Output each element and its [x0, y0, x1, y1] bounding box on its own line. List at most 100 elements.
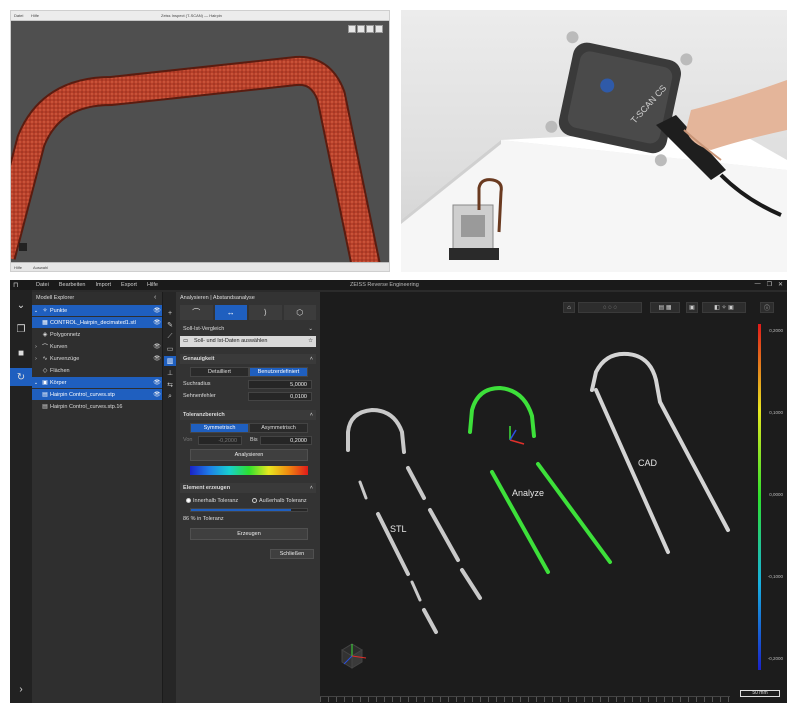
tree-item-stl-file[interactable]: ▦ CONTROL_Hairpin_decimated1.stl 👁 — [32, 317, 162, 328]
app-menubar: Datei Bearbeiten Import Export Hilfe — [24, 280, 158, 290]
tree-item-polygonnetz[interactable]: ◈ Polygonnetz — [32, 329, 162, 340]
tree-item-kurvenzuege[interactable]: › ∿ Kurvenzüge 👁 — [32, 353, 162, 364]
option-custom[interactable]: Benutzerdefiniert — [249, 367, 308, 377]
distance-arrows-icon: ↔ — [226, 308, 235, 317]
viewer-menu-hilfe[interactable]: Hilfe — [31, 13, 39, 18]
label-stl: STL — [390, 524, 407, 534]
chevron-down-icon[interactable]: ⌄ — [308, 324, 313, 334]
visibility-eye-icon[interactable]: 👁 — [152, 379, 162, 386]
chord-error-input[interactable]: 0,0100 — [248, 392, 312, 401]
add-icon[interactable]: + — [164, 308, 176, 318]
radio-inside-tolerance[interactable]: Innerhalb Toleranz — [180, 498, 238, 504]
expand-arrow-icon[interactable]: › — [32, 344, 40, 350]
viewer-statusbar: Hilfe Auswahl — [11, 262, 389, 271]
chevron-down-icon[interactable]: ⌄ — [12, 296, 30, 314]
create-button[interactable]: Erzeugen — [190, 528, 308, 540]
scanned-hairpin-view[interactable] — [11, 21, 390, 264]
expand-arrow-icon[interactable]: › — [32, 356, 40, 362]
minimize-icon[interactable]: — — [755, 281, 761, 288]
section-create-element[interactable]: Element erzeugen ˄ — [180, 483, 316, 493]
expand-arrow-icon[interactable]: ⌄ — [32, 308, 40, 314]
tab-deviation-analysis[interactable]: ⟩ — [249, 305, 282, 320]
viewer-status-mid: Auswahl — [33, 265, 49, 270]
expand-chevron-icon[interactable]: › — [12, 680, 30, 698]
visibility-eye-icon[interactable]: 👁 — [152, 319, 162, 326]
menu-hilfe[interactable]: Hilfe — [147, 282, 158, 288]
3d-viewport[interactable]: ⌂ ◌ ◌ ◌ ▤ ▦ ▣ ◧ ✧ ▣ ⓘ STL Analyze CAD 0,… — [320, 292, 787, 703]
zeiss-reverse-engineering-app: ⊓ Datei Bearbeiten Import Export Hilfe Z… — [10, 280, 787, 703]
explorer-title: Modell Explorer — [36, 295, 75, 301]
option-symmetric[interactable]: Symmetrisch — [190, 423, 249, 433]
tree-item-stp-file[interactable]: ▤ Hairpin Control_curves.stp 👁 — [32, 389, 162, 400]
scan-viewer-screenshot: Datei Hilfe Zeiss Inspect (T-SCAN) — Hai… — [10, 10, 390, 272]
left-mode-strip: ⌄ ❐ ■ ↻ › — [10, 290, 32, 703]
tool-wrench-icon[interactable]: ✎ — [164, 320, 176, 330]
percent-in-tolerance: 86 % in Toleranz — [183, 516, 224, 522]
window-controls: — ❐ ✕ — [755, 281, 783, 288]
option-asymmetric[interactable]: Asymmetrisch — [249, 423, 308, 433]
tab-solid-analysis[interactable]: ⬡ — [283, 305, 316, 320]
menu-export[interactable]: Export — [121, 282, 137, 288]
tree-item-kurven[interactable]: › ⌒ Kurven 👁 — [32, 341, 162, 352]
app-logo-icon: ⊓ — [13, 282, 19, 289]
tab-distance-analysis[interactable]: ↔ — [214, 305, 247, 320]
align-icon[interactable]: ⇆ — [164, 380, 176, 390]
visibility-eye-icon[interactable]: 👁 — [152, 343, 162, 350]
tab-curve-analysis[interactable]: ⌒ — [180, 305, 213, 320]
collapse-panel-icon[interactable]: ‹ — [154, 294, 156, 301]
copy-icon[interactable]: ❐ — [12, 320, 30, 338]
mesh-file-icon: ▦ — [42, 320, 48, 326]
select-data-button[interactable]: ▭ Soll- und Ist-Daten auswählen ☆ — [180, 336, 316, 347]
curves-icon: ⌒ — [41, 345, 48, 351]
analysis-chart-icon[interactable]: ▥ — [164, 356, 176, 366]
tolerance-to-input[interactable]: 0,2000 — [260, 436, 312, 445]
radio-outside-tolerance[interactable]: Außerhalb Toleranz — [252, 496, 307, 506]
coordinate-icon[interactable]: ⊥ — [164, 368, 176, 378]
points-icon: ✧ — [42, 308, 48, 314]
tree-item-stp16-file[interactable]: ▤ Hairpin Control_curves.stp.16 — [32, 401, 162, 412]
bracket-icon: ⟩ — [263, 308, 267, 317]
section-tolerance[interactable]: Toleranzbereich ˄ — [180, 410, 316, 420]
scale-tick-upper: 0,1000 — [769, 410, 783, 415]
section-accuracy[interactable]: Genauigkeit ˄ — [180, 354, 316, 364]
curve-mode-icon[interactable]: ↻ — [10, 368, 32, 386]
step-file-icon: ▤ — [42, 392, 48, 398]
viewer-titlebar: Datei Hilfe Zeiss Inspect (T-SCAN) — Hai… — [11, 11, 389, 21]
label-cad: CAD — [638, 458, 658, 468]
expand-arrow-icon[interactable]: ⌄ — [32, 380, 40, 386]
collapse-caret-icon[interactable]: ˄ — [310, 483, 313, 493]
document-icon[interactable]: ▭ — [164, 344, 176, 354]
tree-item-koerper[interactable]: ⌄ ▣ Körper 👁 — [32, 377, 162, 388]
maximize-icon[interactable]: ❐ — [767, 281, 772, 288]
close-icon[interactable]: ✕ — [778, 281, 783, 288]
collapse-caret-icon[interactable]: ˄ — [310, 354, 313, 364]
model-explorer: Modell Explorer ‹ ⌄ ✧ Punkte 👁 ▦ CONTROL… — [32, 292, 162, 703]
scanner-photo: T-SCAN CS — [401, 10, 787, 272]
menu-datei[interactable]: Datei — [36, 282, 49, 288]
scanner-photo-illustration: T-SCAN CS — [401, 31, 787, 272]
option-detailed[interactable]: Detailliert — [190, 367, 249, 377]
star-icon[interactable]: ☆ — [308, 336, 313, 347]
viewer-menu-datei[interactable]: Datei — [14, 13, 23, 18]
search-radius-input[interactable]: 5,0000 — [248, 380, 312, 389]
scale-tick-min: -0,2000 — [767, 656, 783, 661]
tree-item-punkte[interactable]: ⌄ ✧ Punkte 👁 — [32, 305, 162, 316]
measure-icon[interactable]: ⟋ — [164, 332, 176, 342]
visibility-eye-icon[interactable]: 👁 — [152, 355, 162, 362]
scale-tick-lower: -0,1000 — [767, 574, 783, 579]
scale-tick-zero: 0,0000 — [769, 492, 783, 497]
tree-item-flaechen[interactable]: ◇ Flächen — [32, 365, 162, 376]
compare-row[interactable]: Soll-Ist-Vergleich ⌄ — [180, 324, 316, 334]
visibility-eye-icon[interactable]: 👁 — [152, 391, 162, 398]
square-icon[interactable]: ■ — [12, 344, 30, 362]
zoom-search-icon[interactable]: ⌕ — [164, 392, 176, 402]
visibility-eye-icon[interactable]: 👁 — [152, 307, 162, 314]
analysis-tabs: ⌒ ↔ ⟩ ⬡ — [180, 305, 316, 320]
tolerance-to-label: Bis — [250, 437, 258, 443]
analyze-button[interactable]: Analysieren — [190, 449, 308, 461]
collapse-caret-icon[interactable]: ˄ — [310, 410, 313, 420]
menu-import[interactable]: Import — [95, 282, 111, 288]
cube-icon: ⬡ — [296, 308, 304, 317]
menu-bearbeiten[interactable]: Bearbeiten — [59, 282, 86, 288]
close-button[interactable]: Schließen — [270, 549, 314, 559]
